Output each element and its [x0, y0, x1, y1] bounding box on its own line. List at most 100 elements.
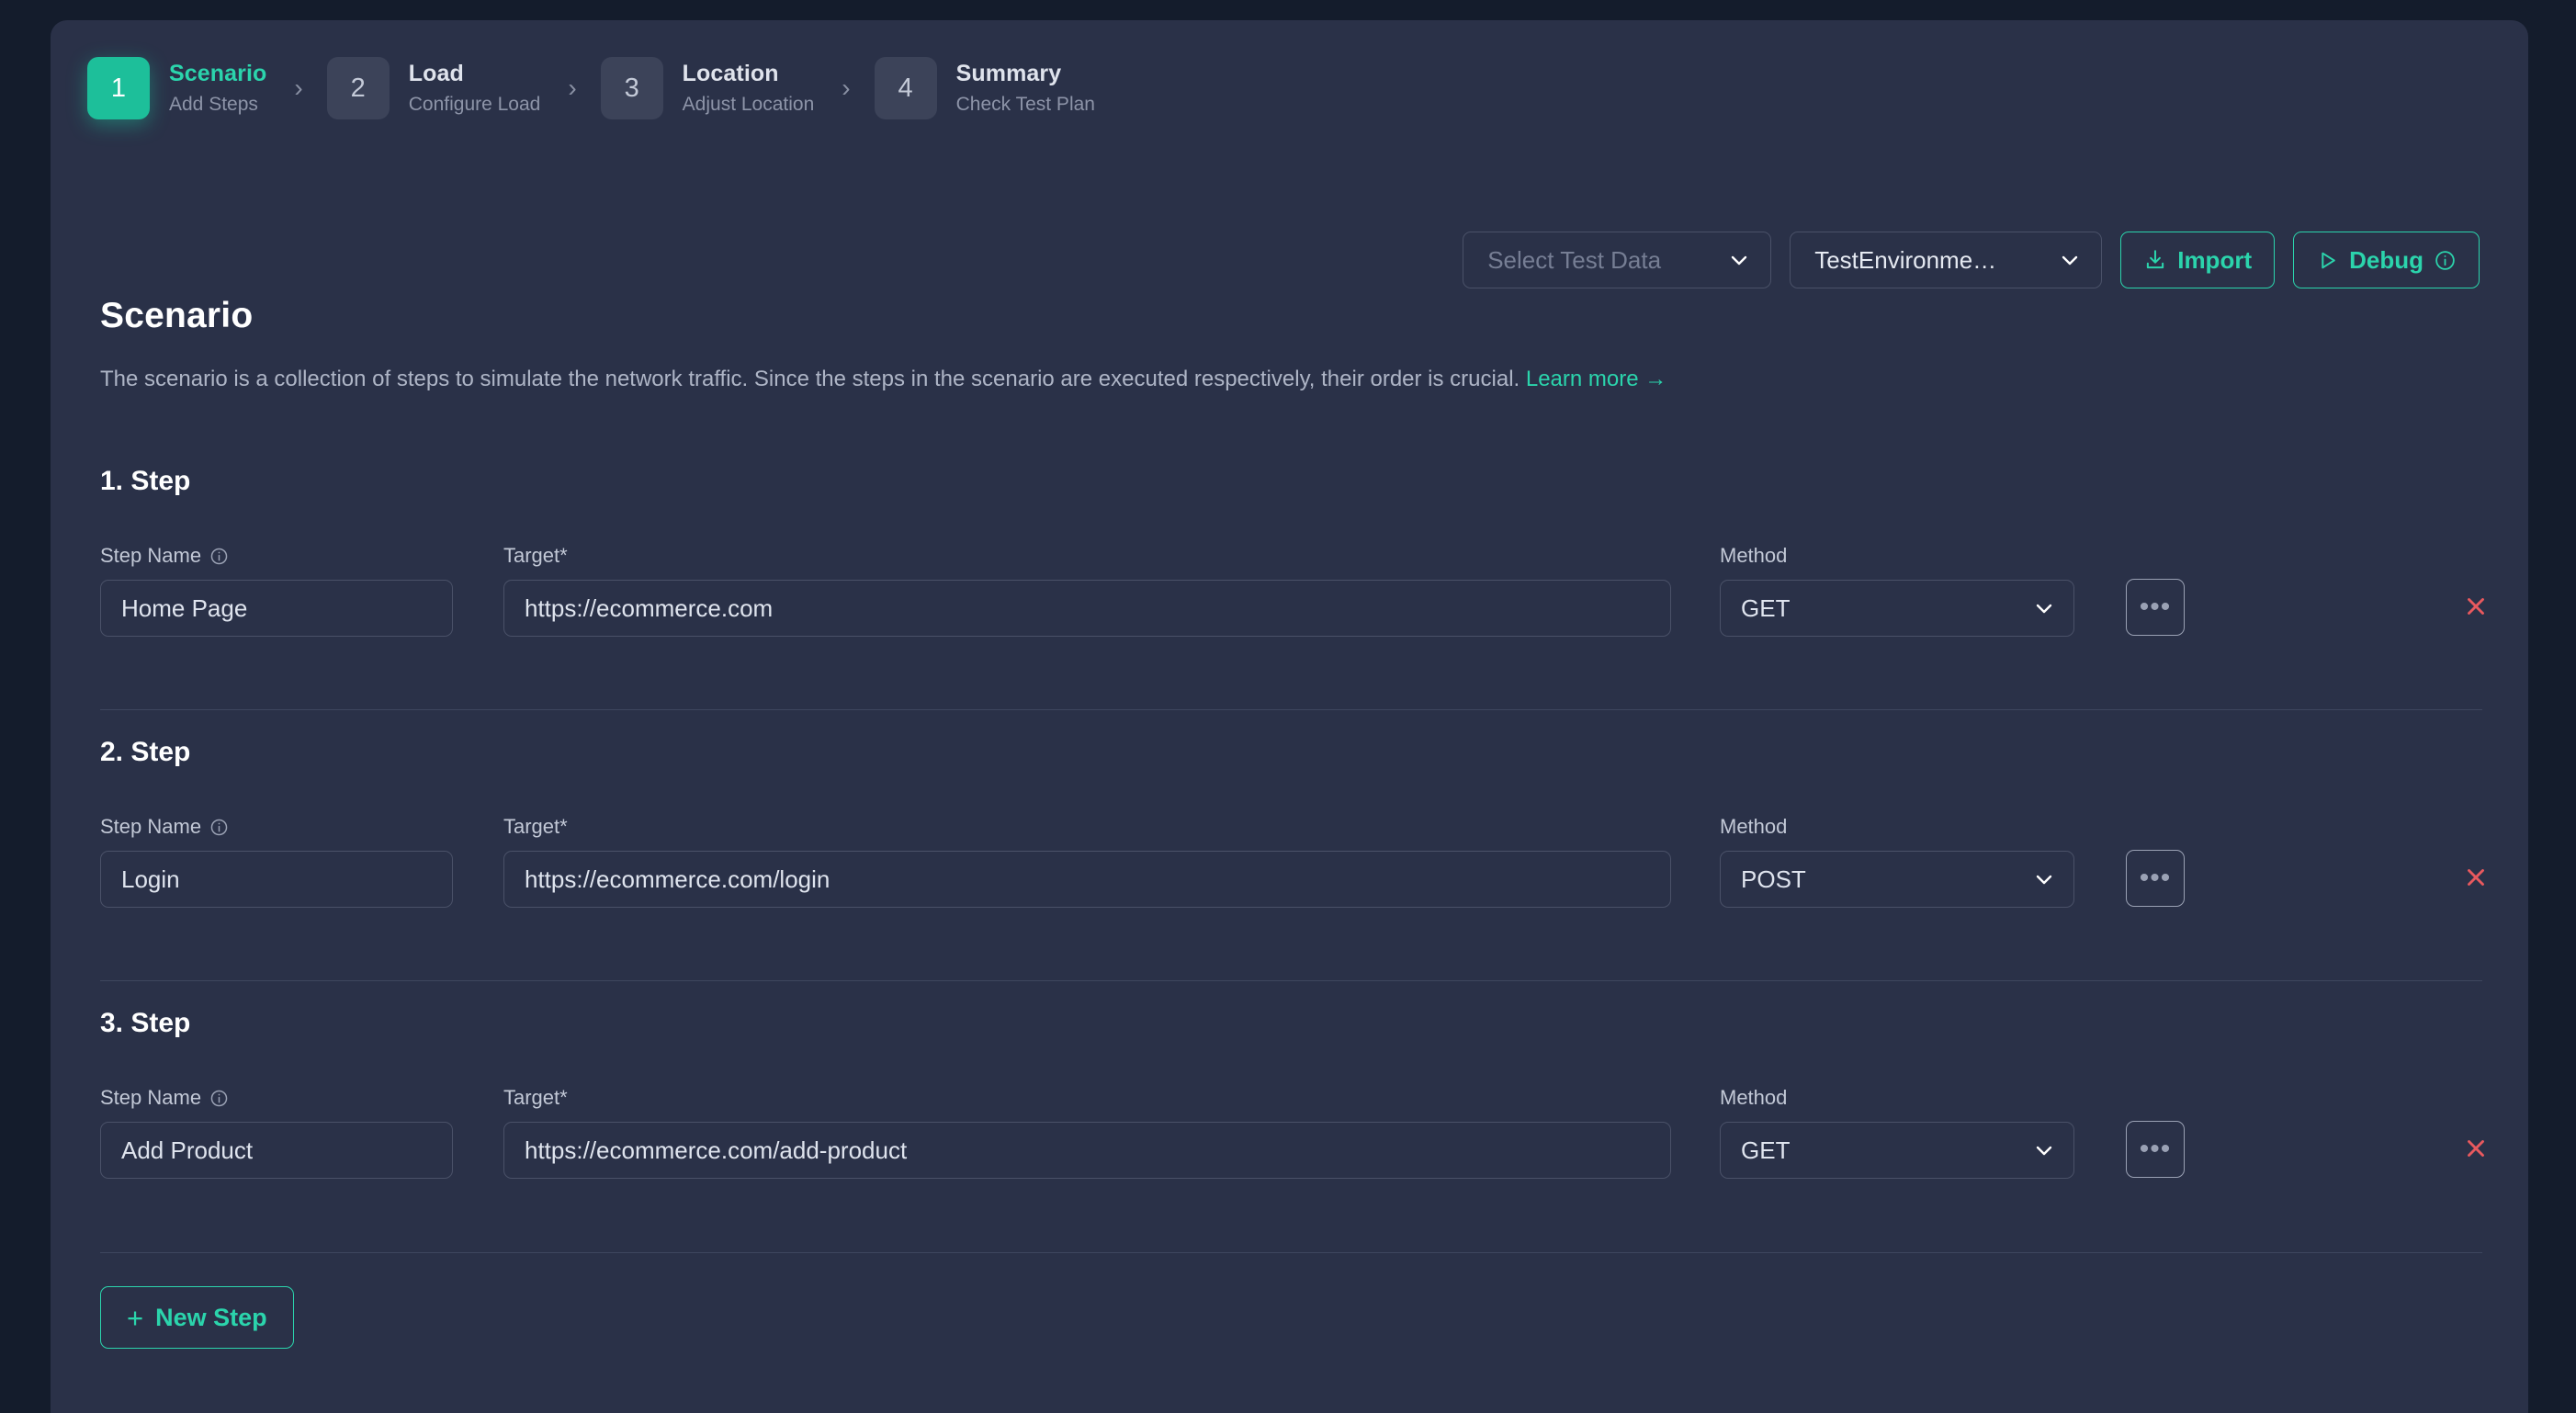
stepper-item-load[interactable]: 2LoadConfigure Load [327, 57, 541, 119]
stepper-item-title: Scenario [169, 59, 266, 88]
info-icon[interactable] [209, 1089, 229, 1108]
test-data-select[interactable]: Select Test Data [1463, 232, 1771, 288]
environment-select-label: TestEnvironme… [1814, 246, 1996, 275]
play-icon [2316, 249, 2339, 272]
new-step-button-label: New Step [155, 1304, 267, 1332]
step-more-options-button[interactable]: ••• [2126, 579, 2185, 636]
stepper-item-text: Scenario Add Steps [169, 59, 266, 117]
page-description-text: The scenario is a collection of steps to… [100, 367, 1520, 391]
learn-more-link[interactable]: Learn more → [1526, 367, 1666, 391]
delete-step-button[interactable] [2450, 1123, 2502, 1174]
page-title: Scenario [100, 296, 253, 336]
stepper-item-subtitle: Adjust Location [683, 92, 815, 117]
target-value: https://ecommerce.com/login [525, 865, 830, 894]
stepper-item-location[interactable]: 3LocationAdjust Location [601, 57, 815, 119]
step-name-input[interactable]: Login [100, 851, 453, 908]
target-field: Target* https://ecommerce.com [503, 544, 1671, 637]
step-name-field: Step Name Home Page [100, 544, 453, 637]
method-field: Method GET [1720, 1086, 2074, 1179]
target-label-text: Target* [503, 1086, 568, 1110]
import-button-label: Import [2177, 246, 2252, 275]
ellipsis-icon: ••• [2140, 1144, 2172, 1155]
step-name-value: Home Page [121, 594, 247, 623]
target-input[interactable]: https://ecommerce.com [503, 580, 1671, 637]
close-icon [2462, 864, 2490, 891]
method-label-text: Method [1720, 1086, 1787, 1110]
step-name-label: Step Name [100, 1086, 453, 1110]
method-value: GET [1741, 1136, 1790, 1165]
step-name-field: Step Name Add Product [100, 1086, 453, 1179]
steps-list: 1. StepStep NameHome PageTarget*https://… [51, 438, 2528, 1251]
debug-button-label: Debug [2349, 246, 2423, 275]
method-select[interactable]: GET [1720, 580, 2074, 637]
step-more-options-button[interactable]: ••• [2126, 1121, 2185, 1178]
target-label-text: Target* [503, 544, 568, 568]
stepper-separator-icon: › [568, 75, 576, 101]
step-heading: 1. Step [100, 466, 190, 497]
target-label: Target* [503, 1086, 1671, 1110]
stepper-item-title: Location [683, 59, 815, 88]
stepper-item-subtitle: Configure Load [409, 92, 541, 117]
chevron-down-icon [2033, 597, 2055, 619]
step-row: 2. Step Step Name Login Target*https://ecom… [51, 709, 2528, 980]
delete-step-button[interactable] [2450, 852, 2502, 903]
chevron-down-icon [1728, 249, 1750, 271]
stepper-item-title: Load [409, 59, 541, 88]
plus-icon: + [127, 1304, 143, 1332]
method-value: GET [1741, 594, 1790, 623]
step-name-value: Login [121, 865, 180, 894]
stepper-item-subtitle: Add Steps [169, 92, 266, 117]
step-name-label: Step Name [100, 544, 453, 568]
chevron-down-icon [2033, 1139, 2055, 1161]
step-name-label-text: Step Name [100, 815, 201, 839]
target-field: Target* https://ecommerce.com/add-product [503, 1086, 1671, 1179]
stepper-item-text: Load Configure Load [409, 59, 541, 117]
step-name-input[interactable]: Home Page [100, 580, 453, 637]
stepper-item-summary[interactable]: 4SummaryCheck Test Plan [875, 57, 1095, 119]
step-row: 1. Step Step Name Home Page Target* https://… [51, 438, 2528, 709]
page-description: The scenario is a collection of steps to… [100, 365, 1666, 394]
step-more-options-button[interactable]: ••• [2126, 850, 2185, 907]
info-icon[interactable] [209, 818, 229, 837]
step-name-label: Step Name [100, 815, 453, 839]
ellipsis-icon: ••• [2140, 602, 2172, 613]
new-step-button[interactable]: + New Step [100, 1286, 294, 1349]
scenario-page-card: 1ScenarioAdd Steps›2LoadConfigure Load›3… [51, 20, 2528, 1413]
target-value: https://ecommerce.com/add-product [525, 1136, 907, 1165]
step-divider [100, 980, 2482, 981]
method-label: Method [1720, 815, 2074, 839]
method-label: Method [1720, 544, 2074, 568]
stepper-item-scenario[interactable]: 1 Scenario Add Steps [87, 57, 266, 119]
target-label: Target* [503, 544, 1671, 568]
stepper-badge: 4 [875, 57, 937, 119]
method-field: Method POST [1720, 815, 2074, 908]
chevron-down-icon [2033, 868, 2055, 890]
target-value: https://ecommerce.com [525, 594, 773, 623]
debug-button[interactable]: Debug [2293, 232, 2480, 288]
target-input[interactable]: https://ecommerce.com/add-product [503, 1122, 1671, 1179]
close-icon [2462, 1135, 2490, 1162]
step-heading: 3. Step [100, 1008, 190, 1039]
method-field: Method GET [1720, 544, 2074, 637]
step-name-value: Add Product [121, 1136, 253, 1165]
step-row: 3. Step Step Name Add Product Target* https:… [51, 980, 2528, 1251]
step-name-label-text: Step Name [100, 1086, 201, 1110]
target-field: Target*https://ecommerce.com/login [503, 815, 1671, 908]
stepper-badge: 1 [87, 57, 150, 119]
info-icon [2434, 249, 2457, 272]
step-name-label-text: Step Name [100, 544, 201, 568]
step-name-input[interactable]: Add Product [100, 1122, 453, 1179]
ellipsis-icon: ••• [2140, 873, 2172, 884]
method-select[interactable]: POST [1720, 851, 2074, 908]
step-divider [100, 709, 2482, 710]
info-icon[interactable] [209, 547, 229, 566]
stepper-item-title: Summary [956, 59, 1095, 88]
step-heading: 2. Step [100, 737, 190, 768]
delete-step-button[interactable] [2450, 581, 2502, 632]
test-data-select-label: Select Test Data [1487, 246, 1661, 275]
environment-select[interactable]: TestEnvironme… [1790, 232, 2102, 288]
method-label-text: Method [1720, 815, 1787, 839]
target-input[interactable]: https://ecommerce.com/login [503, 851, 1671, 908]
method-select[interactable]: GET [1720, 1122, 2074, 1179]
import-button[interactable]: Import [2120, 232, 2275, 288]
